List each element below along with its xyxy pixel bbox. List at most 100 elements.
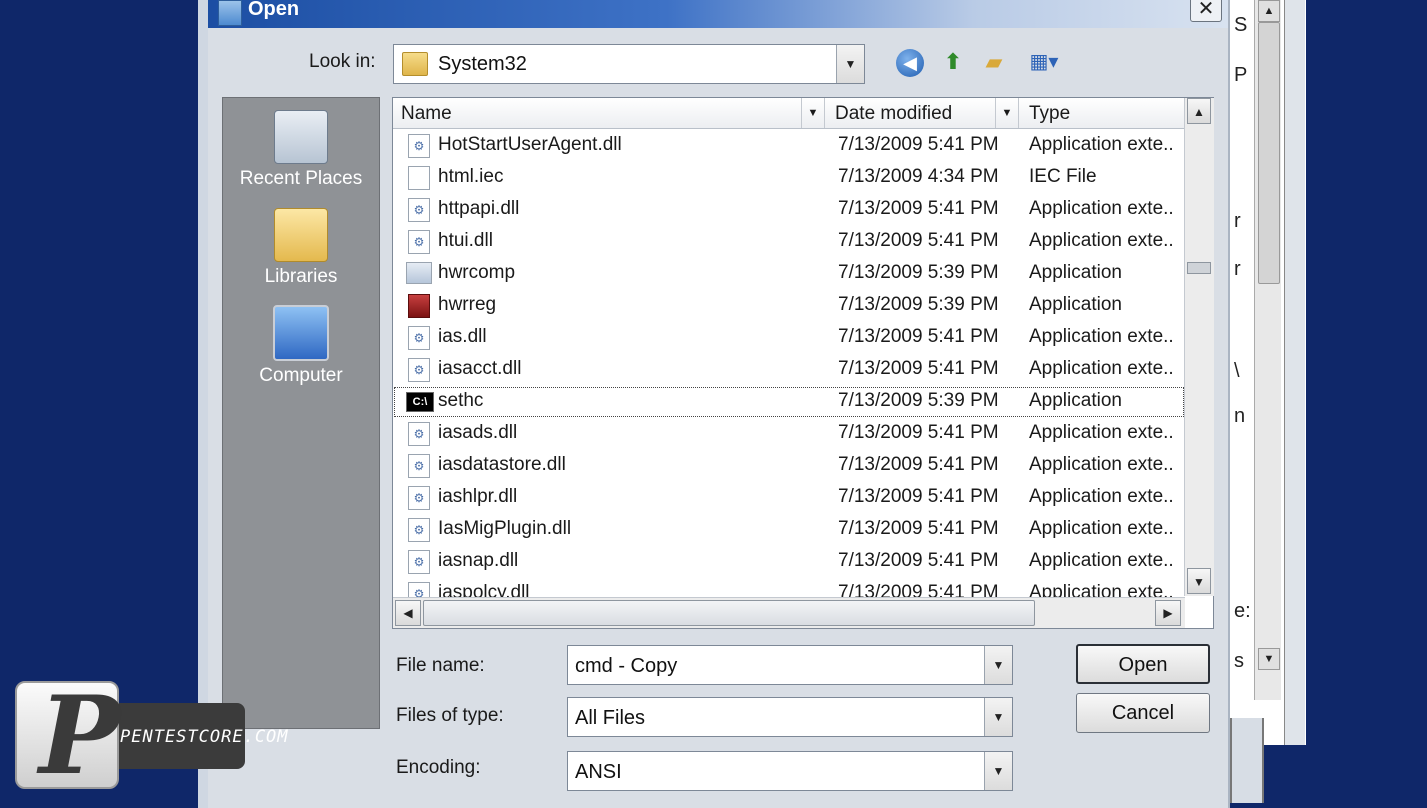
computer-icon <box>273 305 329 361</box>
background-text-fragment: r <box>1234 258 1241 280</box>
background-text-fragment: s <box>1234 650 1244 672</box>
file-row[interactable]: ⚙ iashlpr.dll 7/13/2009 5:41 PM Application… <box>393 482 1185 514</box>
new-folder-icon[interactable]: ▰ <box>978 46 1010 78</box>
vertical-scroll-thumb[interactable] <box>1187 262 1211 274</box>
column-header-row: Name ▼ Date modified ▼ Type <box>393 98 1185 129</box>
scroll-up-arrow-icon[interactable]: ▲ <box>1258 0 1280 22</box>
watermark-logo: P <box>15 673 120 799</box>
file-type: IEC File <box>1029 166 1097 187</box>
dll-file-icon: ⚙ <box>408 358 430 382</box>
column-header-date[interactable]: Date modified ▼ <box>827 98 1019 128</box>
dll-file-icon: ⚙ <box>408 230 430 254</box>
file-name: iasdatastore.dll <box>438 454 566 475</box>
file-name: iasads.dll <box>438 422 518 443</box>
file-date: 7/13/2009 5:41 PM <box>838 454 999 475</box>
place-recent-places[interactable]: Recent Places <box>223 110 379 190</box>
dialog-title-bar[interactable] <box>208 0 1228 28</box>
file-type-select[interactable]: All Files ▼ <box>567 697 1013 737</box>
file-name-field[interactable]: cmd - Copy ▼ <box>567 645 1013 685</box>
dll-file-icon: ⚙ <box>408 326 430 350</box>
dll-file-icon: ⚙ <box>408 198 430 222</box>
look-in-combobox[interactable]: System32 ▼ <box>393 44 865 84</box>
file-row[interactable]: ⚙ iasads.dll 7/13/2009 5:41 PM Application … <box>393 418 1185 450</box>
dll-file-icon: ⚙ <box>408 134 430 158</box>
dialog-title: Open <box>248 0 300 20</box>
file-date: 7/13/2009 5:41 PM <box>838 518 999 539</box>
notepad-app-icon <box>218 0 242 26</box>
file-name: hwrreg <box>438 294 497 315</box>
look-in-value: System32 <box>438 53 527 75</box>
file-name: iashlpr.dll <box>438 486 518 507</box>
file-date: 7/13/2009 5:41 PM <box>838 358 999 379</box>
file-type-value: All Files <box>575 707 646 729</box>
file-row[interactable]: hwrreg 7/13/2009 5:39 PM Application <box>393 290 1185 322</box>
file-date: 7/13/2009 5:39 PM <box>838 294 999 315</box>
red-application-icon <box>408 294 430 318</box>
encoding-value: ANSI <box>575 761 622 783</box>
file-row[interactable]: ⚙ iasnap.dll 7/13/2009 5:41 PM Application … <box>393 546 1185 578</box>
dll-file-icon: ⚙ <box>408 422 430 446</box>
back-arrow-icon[interactable]: ◀ <box>894 46 926 78</box>
file-row[interactable]: ⚙ httpapi.dll 7/13/2009 5:41 PM Application… <box>393 194 1185 226</box>
file-type-label: Files of type: <box>396 705 504 726</box>
column-header-type[interactable]: Type <box>1021 98 1185 128</box>
file-type: Application exte.. <box>1029 486 1174 507</box>
background-text-fragment: P <box>1234 64 1248 86</box>
encoding-select[interactable]: ANSI ▼ <box>567 751 1013 791</box>
chevron-down-icon[interactable]: ▼ <box>984 646 1012 684</box>
chevron-down-icon[interactable]: ▼ <box>984 698 1012 736</box>
file-date: 7/13/2009 5:41 PM <box>838 326 999 347</box>
scroll-down-arrow-icon[interactable]: ▼ <box>1187 568 1211 594</box>
file-list-vertical-scrollbar[interactable]: ▲ ▼ <box>1184 98 1214 596</box>
background-vertical-scrollbar[interactable]: ▲ ▼ <box>1254 0 1281 700</box>
file-type: Application exte.. <box>1029 454 1174 475</box>
file-date: 7/13/2009 5:41 PM <box>838 550 999 571</box>
recent-places-icon <box>274 110 328 164</box>
file-list[interactable]: Name ▼ Date modified ▼ Type ⚙ HotStartUse… <box>392 97 1214 629</box>
close-button[interactable]: ✕ <box>1190 0 1222 22</box>
file-type: Application exte.. <box>1029 358 1174 379</box>
file-list-horizontal-scrollbar[interactable]: ◀ ▶ <box>393 597 1185 628</box>
scroll-left-arrow-icon[interactable]: ◀ <box>395 600 421 626</box>
file-row[interactable]: ⚙ iasacct.dll 7/13/2009 5:41 PM Application… <box>393 354 1185 386</box>
background-scroll-thumb[interactable] <box>1258 22 1280 284</box>
file-name: sethc <box>438 390 484 411</box>
chevron-down-icon[interactable]: ▼ <box>836 45 864 83</box>
file-row[interactable]: ⚙ IasMigPlugin.dll 7/13/2009 5:41 PM Applic… <box>393 514 1185 546</box>
background-window: S P r r \ n e: s ▲ ▼ <box>1228 0 1306 745</box>
file-row[interactable]: html.iec 7/13/2009 4:34 PM IEC File <box>393 162 1185 194</box>
libraries-icon <box>274 208 328 262</box>
horizontal-scroll-thumb[interactable] <box>423 600 1035 626</box>
file-date: 7/13/2009 5:41 PM <box>838 230 999 251</box>
up-folder-icon[interactable]: ⬆ <box>937 46 969 78</box>
scroll-up-arrow-icon[interactable]: ▲ <box>1187 98 1211 124</box>
scroll-right-arrow-icon[interactable]: ▶ <box>1155 600 1181 626</box>
file-row[interactable]: ⚙ htui.dll 7/13/2009 5:41 PM Application ex… <box>393 226 1185 258</box>
chevron-down-icon[interactable]: ▼ <box>801 98 824 128</box>
place-libraries[interactable]: Libraries <box>223 208 379 288</box>
file-row[interactable]: ⚙ iasdatastore.dll 7/13/2009 5:41 PM Applic… <box>393 450 1185 482</box>
file-row[interactable]: ⚙ ias.dll 7/13/2009 5:41 PM Application ext… <box>393 322 1185 354</box>
place-computer[interactable]: Computer <box>223 305 379 387</box>
scroll-down-arrow-icon[interactable]: ▼ <box>1258 648 1280 670</box>
file-row-selected[interactable]: C:\ sethc 7/13/2009 5:39 PM Application <box>393 386 1185 418</box>
file-row[interactable]: ⚙ HotStartUserAgent.dll 7/13/2009 5:41 PM A… <box>393 130 1185 162</box>
blank-file-icon <box>408 166 430 190</box>
dll-file-icon: ⚙ <box>408 518 430 542</box>
cancel-button[interactable]: Cancel <box>1076 693 1210 733</box>
column-header-label: Date modified <box>835 103 953 124</box>
file-row[interactable]: hwrcomp 7/13/2009 5:39 PM Application <box>393 258 1185 290</box>
chevron-down-icon[interactable]: ▼ <box>995 98 1018 128</box>
chevron-down-icon[interactable]: ▼ <box>984 752 1012 790</box>
views-menu-icon[interactable]: ▦▾ <box>1022 46 1066 78</box>
column-header-name[interactable]: Name ▼ <box>393 98 825 128</box>
place-label: Recent Places <box>239 168 363 189</box>
file-type: Application exte.. <box>1029 518 1174 539</box>
watermark-text: PENTESTCORE.COM <box>120 727 289 747</box>
open-button[interactable]: Open <box>1076 644 1210 684</box>
application-icon <box>406 262 432 284</box>
dll-file-icon: ⚙ <box>408 486 430 510</box>
file-type: Application exte.. <box>1029 230 1174 251</box>
command-prompt-icon: C:\ <box>406 392 434 412</box>
dll-file-icon: ⚙ <box>408 550 430 574</box>
